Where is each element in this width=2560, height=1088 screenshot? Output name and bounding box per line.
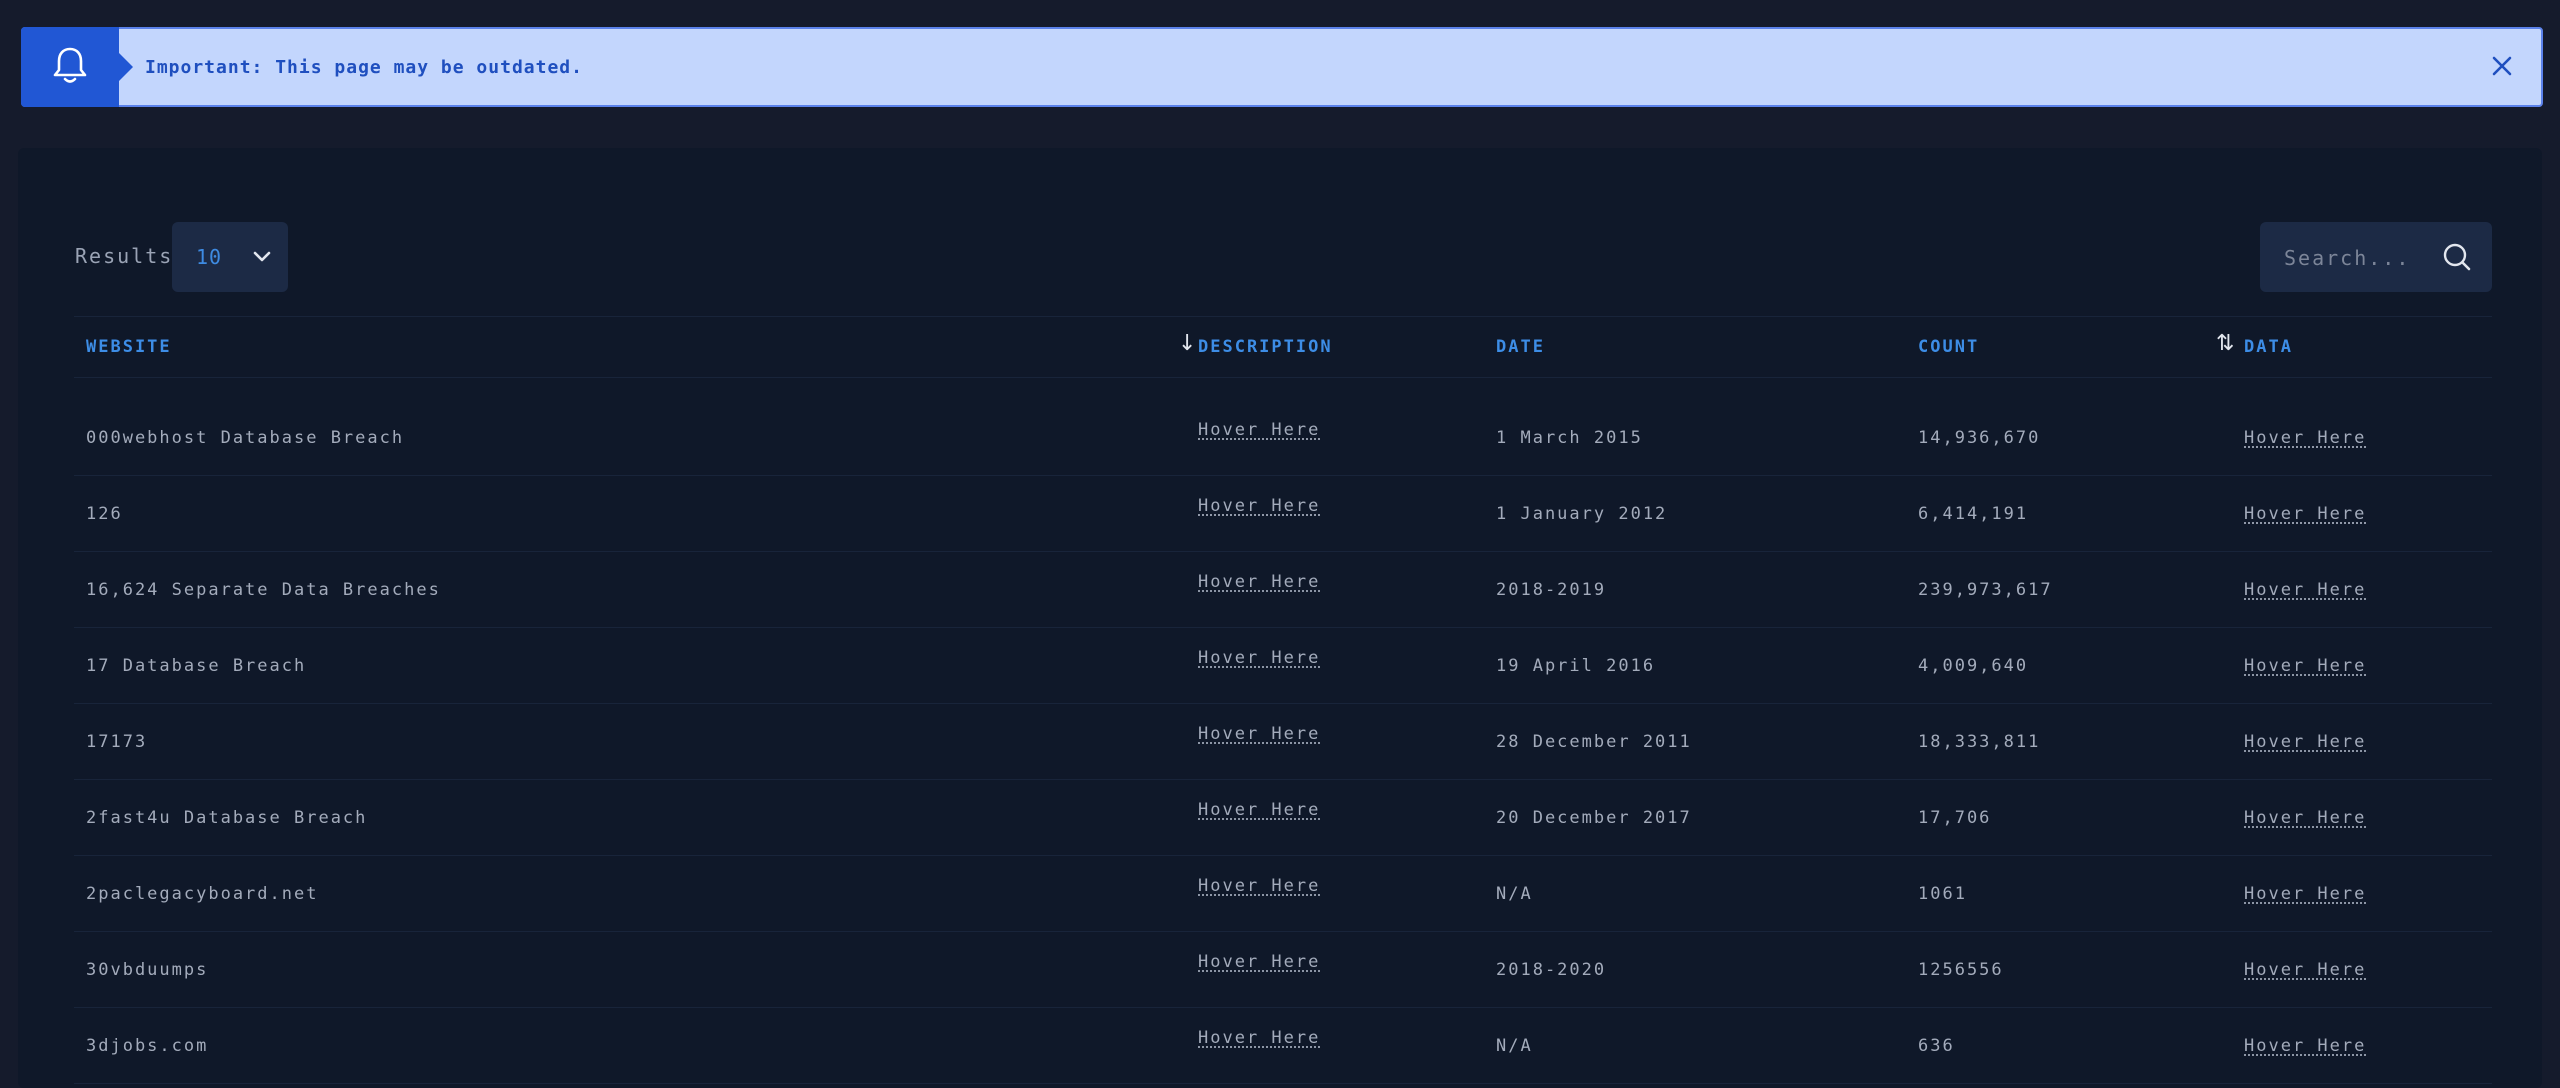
table-row: 126 Hover Here 1 January 2012 6,414,191 … — [74, 476, 2492, 552]
search-box[interactable] — [2260, 222, 2492, 294]
table-row: 30vbduumps Hover Here 2018-2020 1256556 … — [74, 932, 2492, 1008]
data-hover-link[interactable]: Hover Here — [2244, 732, 2366, 752]
description-hover-link[interactable]: Hover Here — [1198, 952, 1320, 972]
cell-website: 30vbduumps — [86, 959, 209, 980]
description-hover-link[interactable]: Hover Here — [1198, 648, 1320, 668]
cell-count: 17,706 — [1918, 807, 1992, 828]
data-hover-link[interactable]: Hover Here — [2244, 656, 2366, 676]
sort-both-icon[interactable]: ⇅ — [2216, 331, 2234, 356]
cell-count: 239,973,617 — [1918, 579, 2053, 600]
column-header-data[interactable]: DATA — [2244, 317, 2293, 377]
cell-date: 1 January 2012 — [1496, 503, 1668, 524]
cell-date: 1 March 2015 — [1496, 427, 1643, 448]
table-row: 16,624 Separate Data Breaches Hover Here… — [74, 552, 2492, 628]
table-row: 000webhost Database Breach Hover Here 1 … — [74, 400, 2492, 476]
data-hover-link[interactable]: Hover Here — [2244, 884, 2366, 904]
results-label: Results: — [75, 244, 188, 268]
cell-date: 28 December 2011 — [1496, 731, 1692, 752]
cell-count: 636 — [1918, 1035, 1955, 1056]
data-hover-link[interactable]: Hover Here — [2244, 504, 2366, 524]
cell-website: 126 — [86, 503, 123, 524]
sort-down-icon[interactable]: ↓ — [1178, 331, 1196, 356]
notification-banner: Important: This page may be outdated. — [21, 27, 2543, 107]
table-header: WEBSITE ↓ DESCRIPTION DATE COUNT ⇅ DATA — [74, 316, 2492, 378]
table-row: 2fast4u Database Breach Hover Here 20 De… — [74, 780, 2492, 856]
results-per-page-value: 10 — [196, 245, 223, 269]
description-hover-link[interactable]: Hover Here — [1198, 876, 1320, 896]
table-row: 17173 Hover Here 28 December 2011 18,333… — [74, 704, 2492, 780]
description-hover-link[interactable]: Hover Here — [1198, 1028, 1320, 1048]
banner-close-button[interactable] — [2485, 51, 2519, 85]
column-header-date[interactable]: DATE — [1496, 317, 1545, 377]
cell-count: 18,333,811 — [1918, 731, 2041, 752]
data-hover-link[interactable]: Hover Here — [2244, 960, 2366, 980]
cell-website: 2paclegacyboard.net — [86, 883, 319, 904]
cell-date: 20 December 2017 — [1496, 807, 1692, 828]
banner-icon-box — [21, 27, 133, 107]
description-hover-link[interactable]: Hover Here — [1198, 420, 1320, 440]
search-input[interactable] — [2282, 222, 2436, 294]
chevron-down-icon — [250, 244, 274, 272]
description-hover-link[interactable]: Hover Here — [1198, 496, 1320, 516]
column-header-website[interactable]: WEBSITE — [86, 317, 172, 377]
banner-message: Important: This page may be outdated. — [145, 56, 583, 78]
column-header-count[interactable]: COUNT — [1918, 317, 1979, 377]
data-hover-link[interactable]: Hover Here — [2244, 428, 2366, 448]
cell-date: 2018-2019 — [1496, 579, 1607, 600]
results-per-page-select[interactable]: 10 — [172, 222, 288, 292]
data-hover-link[interactable]: Hover Here — [2244, 580, 2366, 600]
column-header-description[interactable]: DESCRIPTION — [1198, 317, 1333, 377]
bell-icon — [52, 45, 88, 89]
cell-date: N/A — [1496, 1035, 1533, 1056]
cell-count: 4,009,640 — [1918, 655, 2029, 676]
cell-website: 17 Database Breach — [86, 655, 307, 676]
cell-count: 1061 — [1918, 883, 1967, 904]
cell-website: 2fast4u Database Breach — [86, 807, 368, 828]
description-hover-link[interactable]: Hover Here — [1198, 724, 1320, 744]
table-row: 17 Database Breach Hover Here 19 April 2… — [74, 628, 2492, 704]
table-row: 2paclegacyboard.net Hover Here N/A 1061 … — [74, 856, 2492, 932]
cell-count: 14,936,670 — [1918, 427, 2041, 448]
data-hover-link[interactable]: Hover Here — [2244, 1036, 2366, 1056]
cell-count: 6,414,191 — [1918, 503, 2029, 524]
table-body: 000webhost Database Breach Hover Here 1 … — [74, 400, 2492, 1084]
cell-website: 17173 — [86, 731, 148, 752]
cell-website: 3djobs.com — [86, 1035, 209, 1056]
cell-date: 2018-2020 — [1496, 959, 1607, 980]
cell-website: 16,624 Separate Data Breaches — [86, 579, 441, 600]
cell-website: 000webhost Database Breach — [86, 427, 405, 448]
data-hover-link[interactable]: Hover Here — [2244, 808, 2366, 828]
description-hover-link[interactable]: Hover Here — [1198, 572, 1320, 592]
description-hover-link[interactable]: Hover Here — [1198, 800, 1320, 820]
close-icon[interactable] — [2491, 55, 2513, 81]
cell-date: N/A — [1496, 883, 1533, 904]
cell-count: 1256556 — [1918, 959, 2004, 980]
search-icon[interactable] — [2442, 242, 2472, 276]
table-row: 3djobs.com Hover Here N/A 636 Hover Here — [74, 1008, 2492, 1084]
breach-table-panel: Results: 10 WEBSITE ↓ DESCRIPTION DATE C… — [18, 148, 2542, 1088]
cell-date: 19 April 2016 — [1496, 655, 1656, 676]
